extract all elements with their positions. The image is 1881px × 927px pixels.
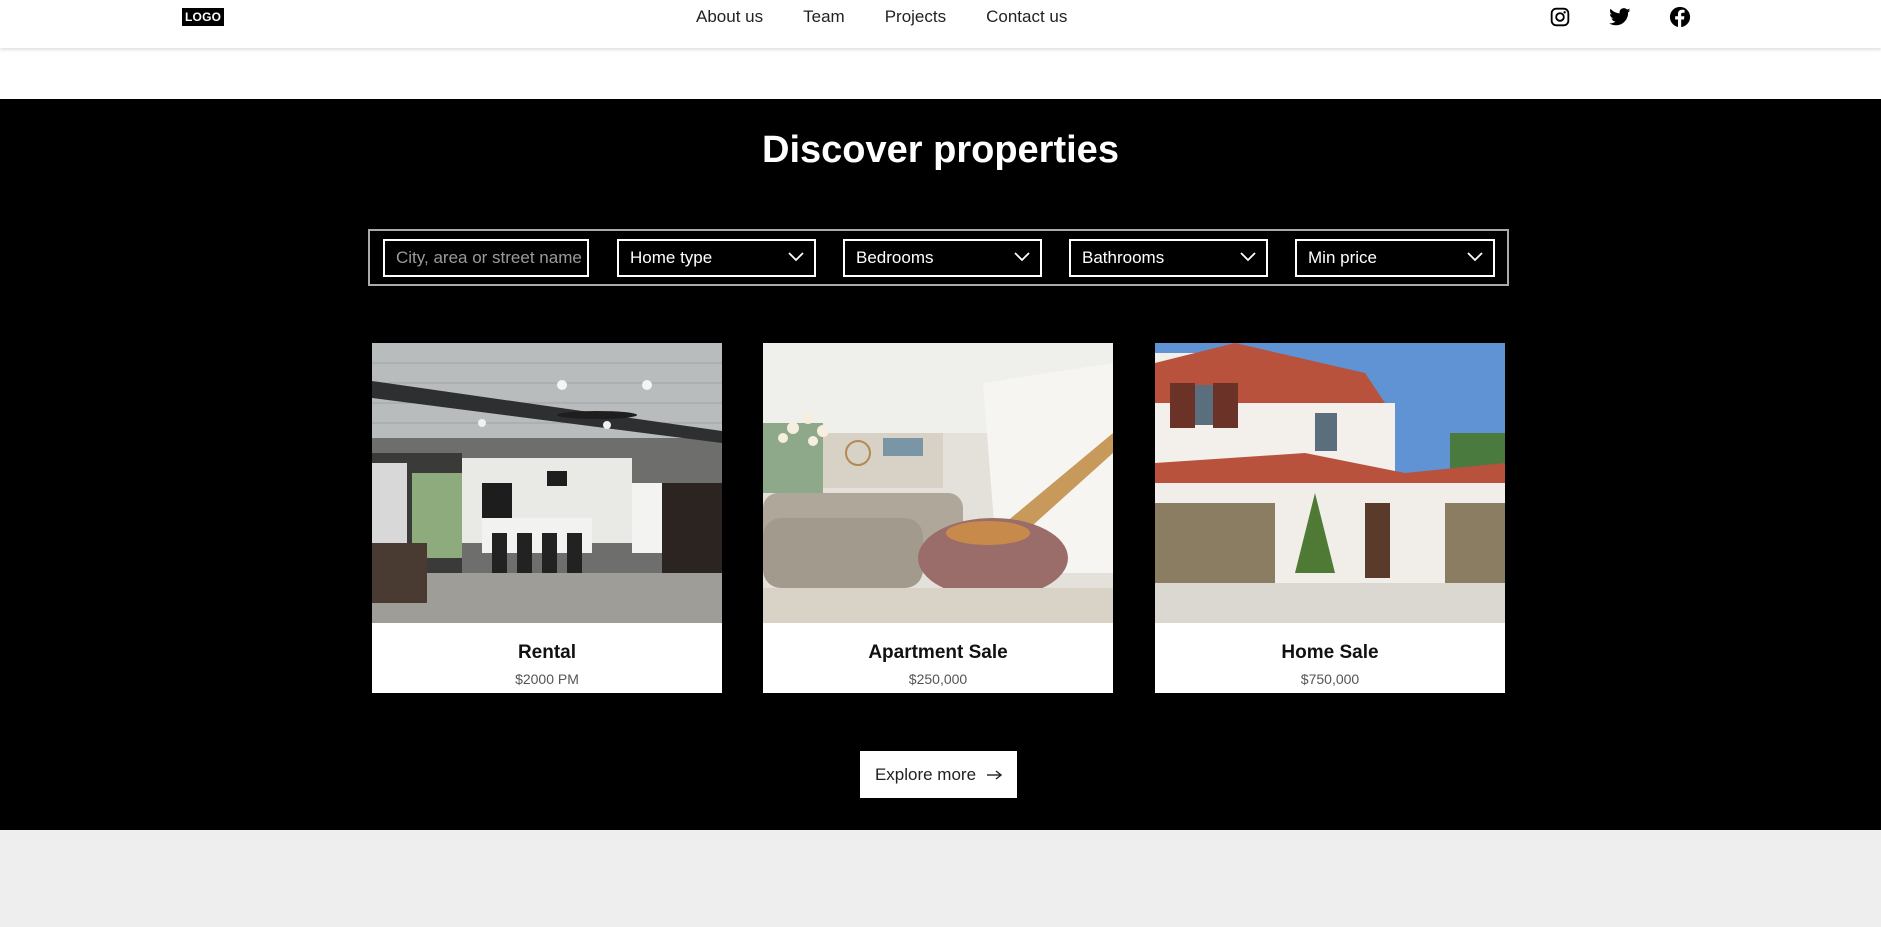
- discover-section: Discover properties City, area or street…: [0, 99, 1881, 830]
- listing-name: Apartment Sale: [868, 642, 1008, 663]
- bedrooms-label: Bedrooms: [856, 248, 934, 267]
- bathrooms-select[interactable]: Bathrooms: [1069, 239, 1268, 277]
- footer-band: [0, 830, 1881, 927]
- nav-about-us[interactable]: About us: [696, 7, 763, 27]
- explore-more-button[interactable]: Explore more: [860, 751, 1017, 798]
- explore-more-label: Explore more: [874, 764, 977, 784]
- home-type-select[interactable]: Home type: [617, 239, 816, 277]
- listing-name: Home Sale: [1281, 642, 1379, 663]
- listing-price: $250,000: [908, 671, 968, 687]
- listing-card-apartment-sale[interactable]: Apartment Sale $250,000: [763, 343, 1113, 693]
- main-nav: About us Team Projects Contact us: [696, 0, 1107, 34]
- nav-projects[interactable]: Projects: [885, 7, 946, 27]
- instagram-icon[interactable]: [1548, 5, 1572, 29]
- search-input[interactable]: City, area or street name: [383, 239, 589, 277]
- listing-name: Rental: [517, 642, 577, 663]
- arrow-right-icon: [987, 769, 1003, 780]
- nav-team[interactable]: Team: [803, 7, 845, 27]
- listing-card-home-sale[interactable]: Home Sale $750,000: [1155, 343, 1505, 693]
- listing-price: $750,000: [1300, 671, 1360, 687]
- bathrooms-label: Bathrooms: [1082, 248, 1165, 267]
- twitter-icon[interactable]: [1608, 5, 1632, 29]
- chevron-down-icon: [1467, 252, 1483, 262]
- listing-photo: [763, 343, 1113, 623]
- home-type-label: Home type: [630, 248, 713, 267]
- social-links: [1548, 5, 1692, 29]
- chevron-down-icon: [788, 252, 804, 262]
- listing-card-rental[interactable]: Rental $2000 PM: [372, 343, 722, 693]
- logo[interactable]: LOGO: [182, 8, 225, 26]
- chevron-down-icon: [1240, 252, 1256, 262]
- listing-price: $2000 PM: [515, 671, 579, 687]
- section-title: Discover properties: [762, 129, 1119, 171]
- listing-photo: [372, 343, 722, 623]
- nav-contact-us[interactable]: Contact us: [986, 7, 1067, 27]
- min-price-label: Min price: [1308, 248, 1377, 267]
- site-header: LOGO About us Team Projects Contact us: [0, 0, 1881, 48]
- min-price-select[interactable]: Min price: [1295, 239, 1495, 277]
- chevron-down-icon: [1014, 252, 1030, 262]
- filter-bar: City, area or street name Home type Bedr…: [368, 229, 1509, 286]
- facebook-icon[interactable]: [1668, 5, 1692, 29]
- listing-photo: [1155, 343, 1505, 623]
- bedrooms-select[interactable]: Bedrooms: [843, 239, 1042, 277]
